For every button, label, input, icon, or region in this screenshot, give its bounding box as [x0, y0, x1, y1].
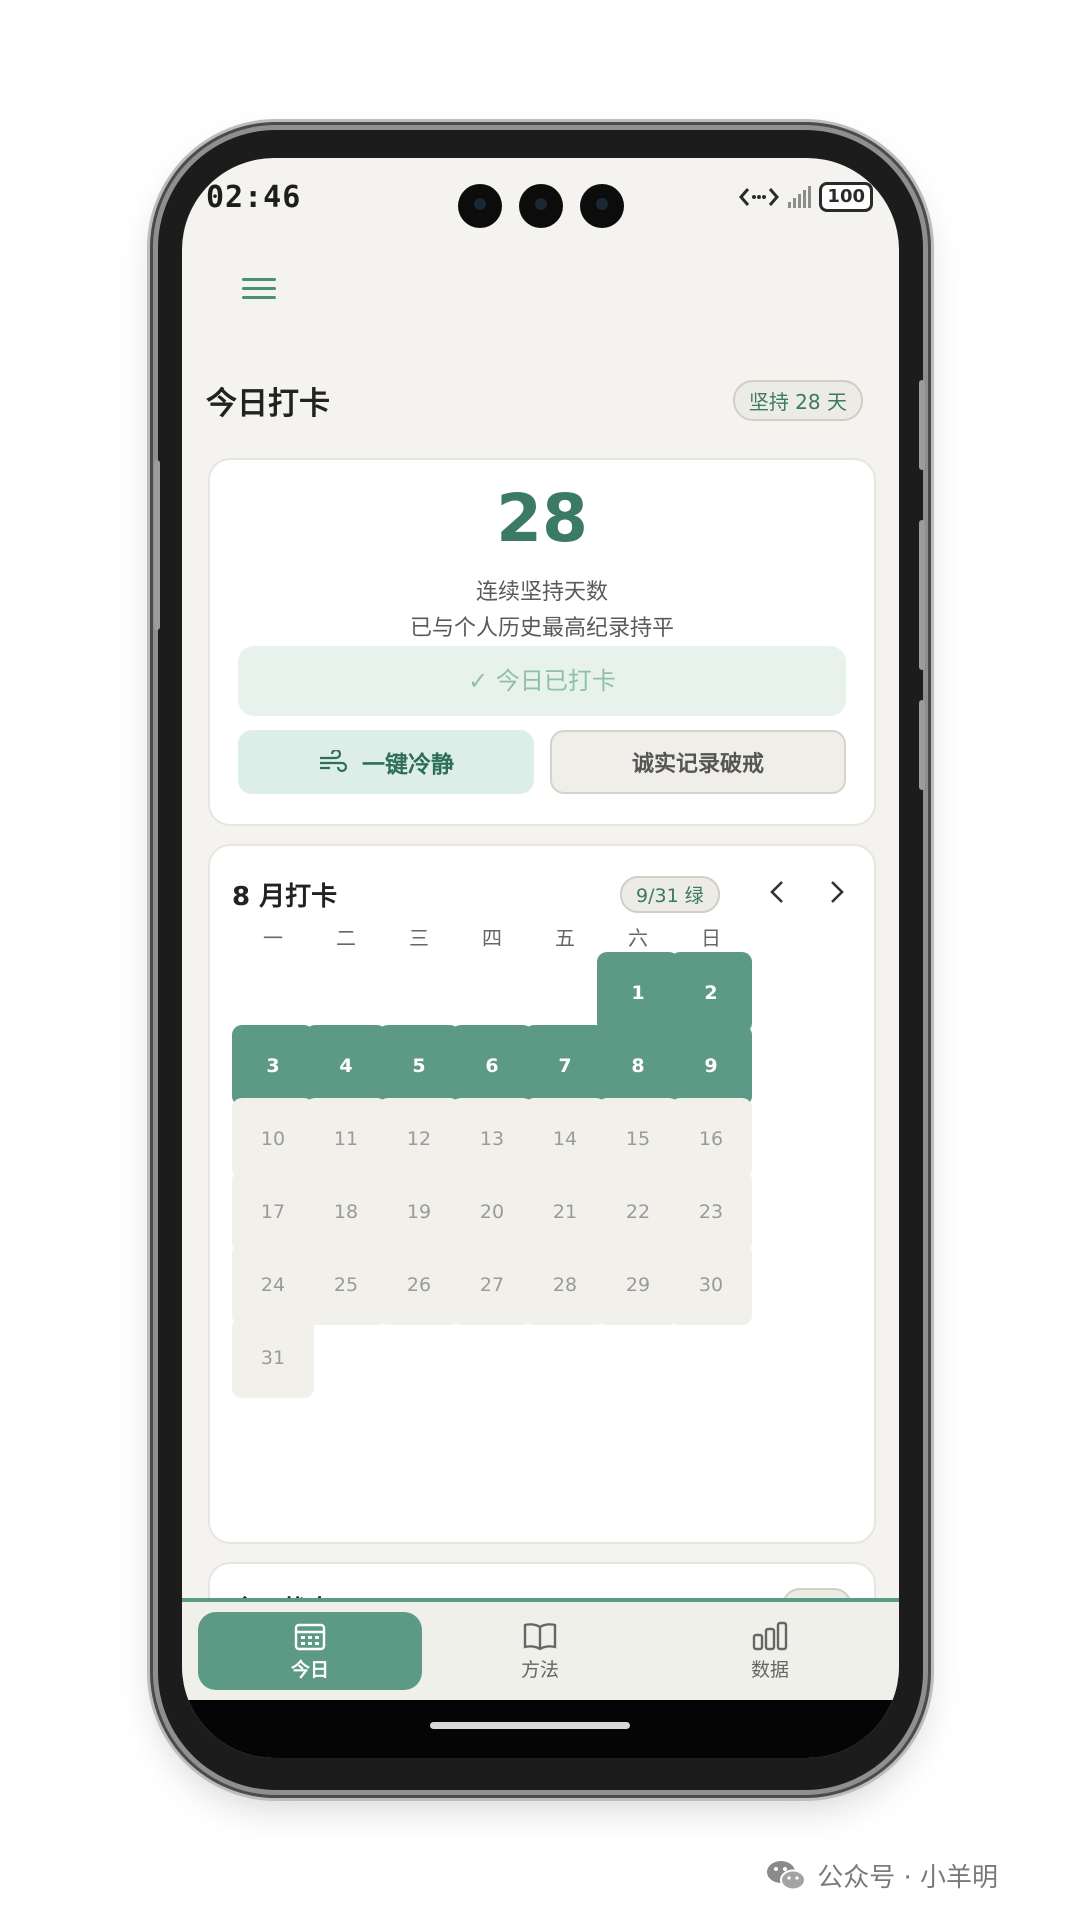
- record-note: 已与个人历史最高纪录持平: [409, 616, 674, 641]
- camera-icon: [458, 184, 502, 228]
- menu-icon[interactable]: [242, 278, 276, 302]
- calm-button[interactable]: 一键冷静: [238, 730, 534, 794]
- calendar-day[interactable]: 4: [305, 1025, 387, 1106]
- calendar-day[interactable]: 7: [524, 1025, 606, 1106]
- side-button: [919, 700, 925, 790]
- calendar-count-badge: 9/31 绿: [620, 876, 720, 913]
- calendar-day[interactable]: 21: [524, 1171, 606, 1252]
- weekday-label: 五: [555, 926, 575, 950]
- calendar-day[interactable]: 22: [597, 1171, 679, 1252]
- streak-card: 28 连续坚持天数 已与个人历史最高纪录持平 ✓ 今日已打卡 一键冷静 诚实记录…: [208, 458, 876, 826]
- calm-button-label: 一键冷静: [362, 752, 454, 778]
- code-arrows-icon: [739, 188, 780, 206]
- calendar-day[interactable]: 18: [305, 1171, 387, 1252]
- calendar-day[interactable]: 28: [524, 1244, 606, 1325]
- calendar-day[interactable]: 16: [670, 1098, 752, 1179]
- bar-chart-icon: [752, 1621, 788, 1650]
- calendar-day[interactable]: 11: [305, 1098, 387, 1179]
- streak-number: 28: [496, 480, 588, 557]
- checked-in-button[interactable]: ✓ 今日已打卡: [238, 646, 846, 716]
- tab-today[interactable]: 今日: [198, 1612, 422, 1690]
- power-button: [154, 460, 160, 630]
- weekday-label: 六: [628, 926, 648, 950]
- prev-month-icon[interactable]: [764, 878, 792, 906]
- volume-button: [919, 380, 925, 470]
- tab-bar: 今日 方法 数据: [182, 1598, 899, 1700]
- calendar-day[interactable]: 19: [378, 1171, 460, 1252]
- camera-icon: [519, 184, 563, 228]
- tab-data-label: 数据: [750, 1658, 789, 1681]
- calendar-day[interactable]: 20: [451, 1171, 533, 1252]
- calendar-day[interactable]: 3: [232, 1025, 314, 1106]
- wechat-icon: [767, 1860, 807, 1890]
- calendar-day[interactable]: 9: [670, 1025, 752, 1106]
- calendar-day[interactable]: 24: [232, 1244, 314, 1325]
- calendar-day[interactable]: 15: [597, 1098, 679, 1179]
- weekday-label: 二: [336, 926, 356, 950]
- calendar-day[interactable]: 30: [670, 1244, 752, 1325]
- watermark-text: 公众号 · 小羊明: [817, 1863, 998, 1893]
- weekday-label: 一: [263, 926, 283, 950]
- tab-methods-label: 方法: [520, 1658, 559, 1681]
- volume-button: [919, 520, 925, 670]
- calendar-day[interactable]: 27: [451, 1244, 533, 1325]
- streak-label: 连续坚持天数: [475, 580, 608, 605]
- calendar-day[interactable]: 8: [597, 1025, 679, 1106]
- calendar-day[interactable]: 6: [451, 1025, 533, 1106]
- record-break-button[interactable]: 诚实记录破戒: [550, 730, 846, 794]
- signal-icon: [788, 186, 812, 208]
- calendar-day[interactable]: 31: [232, 1317, 314, 1398]
- weekday-label: 日: [701, 926, 721, 950]
- phone-screen: 02:46 100 今日打卡 坚持 28 天 28 连续坚持天数 已与个人历史最…: [182, 158, 899, 1758]
- calendar-day[interactable]: 1: [597, 952, 679, 1033]
- book-icon: [523, 1622, 557, 1650]
- watermark: 公众号 · 小羊明: [765, 1857, 998, 1894]
- calendar-day[interactable]: 14: [524, 1098, 606, 1179]
- calendar-day[interactable]: 25: [305, 1244, 387, 1325]
- calendar-day[interactable]: 26: [378, 1244, 460, 1325]
- wind-icon: [320, 750, 348, 773]
- streak-badge: 坚持 28 天: [732, 380, 863, 421]
- status-time: 02:46: [206, 180, 302, 215]
- battery-icon: 100: [819, 182, 873, 212]
- tab-today-label: 今日: [290, 1658, 329, 1681]
- tab-methods[interactable]: 方法: [428, 1612, 652, 1690]
- camera-icon: [580, 184, 624, 228]
- calendar-day[interactable]: 5: [378, 1025, 460, 1106]
- calendar-day[interactable]: 2: [670, 952, 752, 1033]
- calendar-icon: [294, 1623, 326, 1650]
- weekday-label: 三: [409, 926, 429, 950]
- calendar-title: 8 月打卡: [232, 882, 338, 912]
- weekday-label: 四: [482, 926, 502, 950]
- calendar-card: 8 月打卡 9/31 绿 一二三四五六日 1 2 3 4 5 6 7 8 9 10 11 12 13 14…: [208, 844, 876, 1544]
- status-icons: 100: [738, 182, 873, 212]
- next-month-icon[interactable]: [822, 878, 850, 906]
- calendar-day[interactable]: 13: [451, 1098, 533, 1179]
- calendar-day[interactable]: 12: [378, 1098, 460, 1179]
- calendar-day[interactable]: 17: [232, 1171, 314, 1252]
- calendar-day[interactable]: 29: [597, 1244, 679, 1325]
- page-title: 今日打卡: [206, 386, 330, 422]
- navigation-bar: [182, 1700, 899, 1758]
- tab-data[interactable]: 数据: [658, 1612, 882, 1690]
- home-indicator[interactable]: [430, 1722, 630, 1729]
- calendar-day[interactable]: 10: [232, 1098, 314, 1179]
- calendar-day[interactable]: 23: [670, 1171, 752, 1252]
